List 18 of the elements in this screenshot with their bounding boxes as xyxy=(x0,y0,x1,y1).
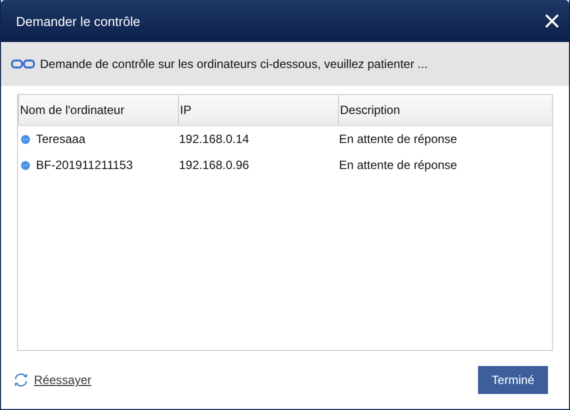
table-cell-text: 192.168.0.14 xyxy=(178,132,250,146)
status-dot-icon xyxy=(21,134,30,144)
table-cell: Teresaaa xyxy=(35,132,86,146)
close-icon[interactable] xyxy=(545,14,559,28)
done-button[interactable]: Terminé xyxy=(478,366,548,394)
status-dot-icon xyxy=(21,160,30,170)
info-message: Demande de contrôle sur les ordinateurs ci-dessous, veuillez patienter ... xyxy=(40,57,428,71)
retry-link[interactable]: Réessayer xyxy=(13,373,92,387)
table-cell-text: En attente de réponse xyxy=(338,132,458,146)
table-cell-text: En attente de réponse xyxy=(338,158,458,172)
link-icon xyxy=(11,59,35,69)
table-cell: BF-201911211153 xyxy=(35,158,133,172)
column-header[interactable]: Nom de l'ordinateur xyxy=(18,95,178,125)
column-header[interactable]: Description xyxy=(338,95,552,125)
window-title: Demander le contrôle xyxy=(16,14,140,28)
column-header[interactable]: IP xyxy=(178,95,338,125)
table-cell-text: 192.168.0.96 xyxy=(178,158,250,172)
refresh-icon xyxy=(13,373,29,387)
